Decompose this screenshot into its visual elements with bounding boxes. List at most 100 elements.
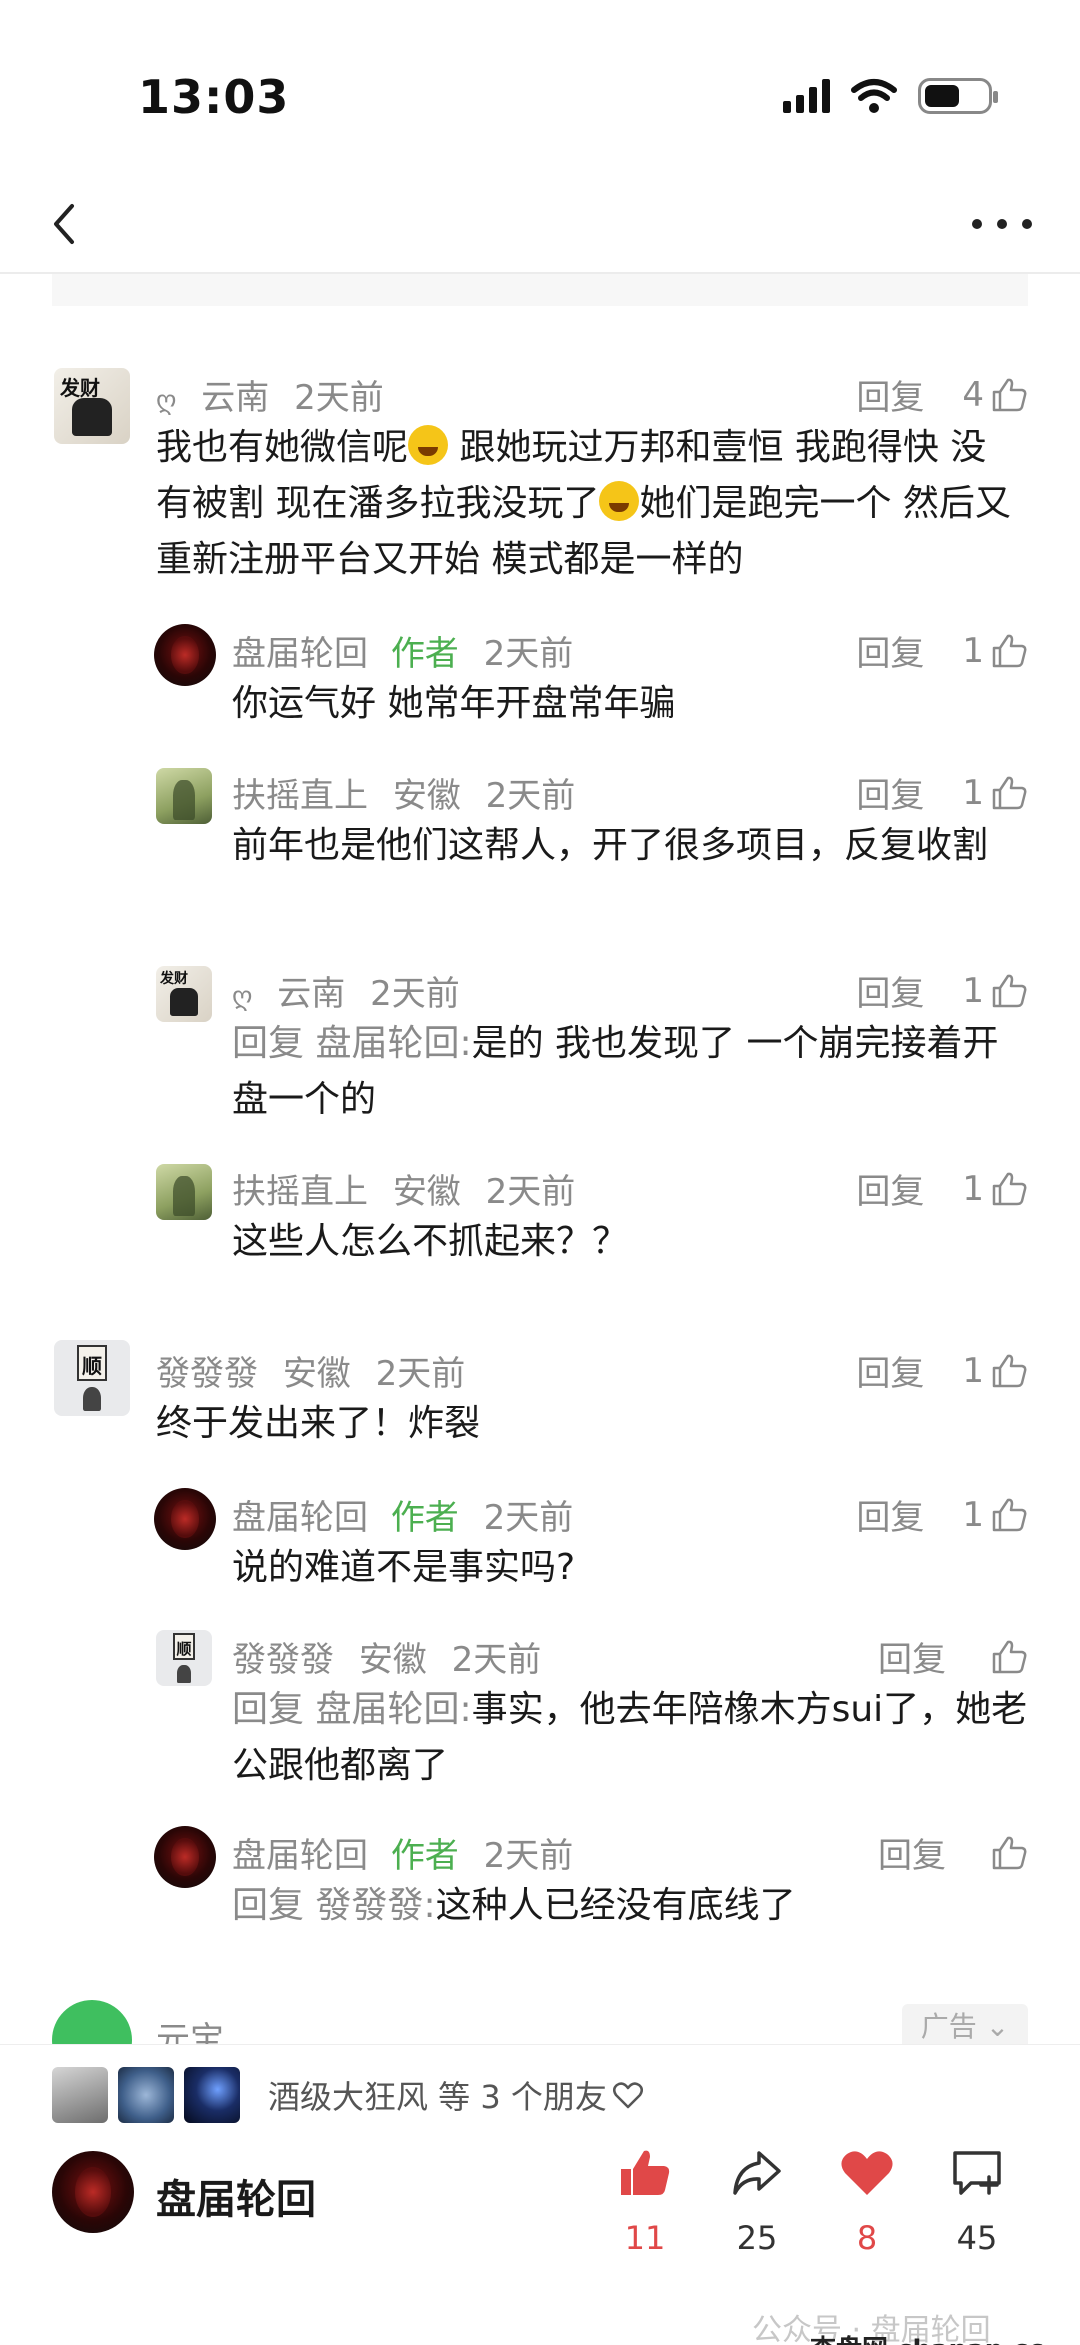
comment-user[interactable]: 盘届轮回 [232,1836,368,1876]
comment-time: 2天前 [294,378,384,418]
thumb-up-icon[interactable] [990,1170,1028,1208]
reply-button[interactable]: 回复 [856,1490,924,1539]
avatar[interactable]: 顺 [54,1340,130,1416]
comment-meta: 盘届轮回 作者 2天前 [232,626,573,675]
comment-time: 2天前 [370,974,460,1014]
share-action[interactable]: 25 [712,2145,802,2257]
laugh-emoji-icon [408,425,449,465]
like-count: 11 [624,2219,666,2257]
reply-button[interactable]: 回复 [856,370,924,419]
like-count: 1 [962,1350,984,1391]
comment-location: 安徽 [392,776,461,816]
like-count: 4 [962,374,984,415]
comment-action[interactable]: 45 [932,2145,1022,2257]
friends-liked[interactable]: 酒级大狂风 等 3 个朋友 [52,2067,643,2123]
reply-button[interactable]: 回复 [856,1164,924,1213]
comment-actions: 回复 1 [856,1490,1028,1539]
avatar[interactable]: 发财 [156,966,212,1022]
reply-button[interactable]: 回复 [856,626,924,675]
comment-actions: 回复 [878,1828,1028,1877]
friend-avatar[interactable] [52,2067,108,2123]
comment-user[interactable]: 盘届轮回 [232,1498,368,1538]
like-count: 1 [962,772,984,813]
heart-icon[interactable] [839,2145,895,2201]
author-name[interactable]: 盘届轮回 [156,2167,316,2225]
comment-text: 你运气好 她常年开盘常年骗 [232,683,676,724]
comment-text: 说的难道不是事实吗? [232,1547,576,1588]
status-bar: 13:03 [0,0,1080,150]
wifi-icon [851,79,897,113]
comment-meta: ღ 云南 2天前 [232,966,460,1015]
scroll-strip [52,274,1028,306]
ad-name[interactable]: 元宝 [156,2012,224,2044]
reply-quote[interactable]: 回复 盘届轮回: [232,1689,472,1730]
avatar[interactable] [156,1164,212,1220]
ad-tag[interactable]: 广告 ⌄ [902,2004,1028,2044]
comment-user[interactable]: 發發發 [232,1640,334,1680]
comment-actions: 回复 1 [856,626,1028,675]
author-avatar[interactable] [52,2151,134,2233]
avatar[interactable] [156,768,212,824]
author-tag: 作者 [390,1498,459,1538]
gear-icon: ღ [232,982,253,1012]
comment-text: 回复 盘届轮回:是的 我也发现了 一个崩完接着开盘一个的 [232,1023,999,1120]
avatar[interactable] [154,624,216,686]
share-icon[interactable] [729,2145,785,2201]
reply-quote[interactable]: 回复 發發發: [232,1885,436,1926]
thumb-up-icon[interactable] [617,2145,673,2201]
comment-time: 2天前 [483,634,574,674]
comment-user[interactable]: 云南 [201,378,269,418]
author-tag: 作者 [390,1836,459,1876]
friend-avatar[interactable] [118,2067,174,2123]
comment-time: 2天前 [485,776,576,816]
comment-user[interactable]: 云南 [277,974,345,1014]
chevron-left-icon[interactable] [36,194,96,254]
comment-user[interactable]: 扶摇直上 [232,1172,368,1212]
thumb-up-icon[interactable] [990,972,1028,1010]
comment-time: 2天前 [485,1172,576,1212]
heart-count: 8 [856,2219,878,2257]
comment-location: 安徽 [282,1354,351,1394]
avatar[interactable]: 发财 [54,368,130,444]
thumb-up-icon[interactable] [990,376,1028,414]
thumb-up-icon[interactable] [990,774,1028,812]
avatar[interactable] [154,1826,216,1888]
thumb-up-icon[interactable] [990,1834,1028,1872]
status-time: 13:03 [138,70,290,124]
comment-user[interactable]: 扶摇直上 [232,776,368,816]
comment-text: 回复 盘届轮回:事实，他去年陪橡木方sui了，她老公跟他都离了 [232,1689,1028,1786]
comment-text: 这些人怎么不抓起来？？ [232,1221,629,1262]
thumb-up-icon[interactable] [990,1496,1028,1534]
comment-location: 安徽 [358,1640,427,1680]
more-icon[interactable] [972,204,1032,244]
thumb-up-icon[interactable] [990,1352,1028,1390]
friend-avatar[interactable] [184,2067,240,2123]
thumb-up-icon[interactable] [990,632,1028,670]
comment-user[interactable]: 發發發 [156,1354,258,1394]
reply-button[interactable]: 回复 [856,1346,924,1395]
comment-user[interactable]: 盘届轮回 [232,634,368,674]
like-action[interactable]: 11 [600,2145,690,2257]
ad-item[interactable]: 元宝 广告 ⌄ [0,1990,1080,2044]
gear-icon: ღ [156,386,177,416]
reply-button[interactable]: 回复 [878,1632,946,1681]
status-icons [783,78,998,114]
heart-action[interactable]: 8 [822,2145,912,2257]
signal-icon [783,79,830,113]
comment-actions: 回复 1 [856,1346,1028,1395]
reply-button[interactable]: 回复 [878,1828,946,1877]
friends-liked-text: 酒级大狂风 等 3 个朋友 [268,2078,607,2116]
avatar[interactable] [154,1488,216,1550]
ad-app-icon[interactable] [52,2000,132,2044]
avatar[interactable]: 顺 [156,1630,212,1686]
reply-button[interactable]: 回复 [856,966,924,1015]
comment-text: 我也有她微信呢 跟她玩过万邦和壹恒 我跑得快 没有被割 现在潘多拉我没玩了 她们是… [156,425,1011,580]
reply-button[interactable]: 回复 [856,768,924,817]
reply-quote[interactable]: 回复 盘届轮回: [232,1023,472,1064]
comment-add-icon[interactable] [949,2145,1005,2201]
comment-meta: 發發發 安徽 2天前 [232,1632,541,1681]
share-count: 25 [736,2219,778,2257]
thumb-up-icon[interactable] [990,1638,1028,1676]
comment-time: 2天前 [483,1836,574,1876]
laugh-emoji-icon [599,481,640,521]
